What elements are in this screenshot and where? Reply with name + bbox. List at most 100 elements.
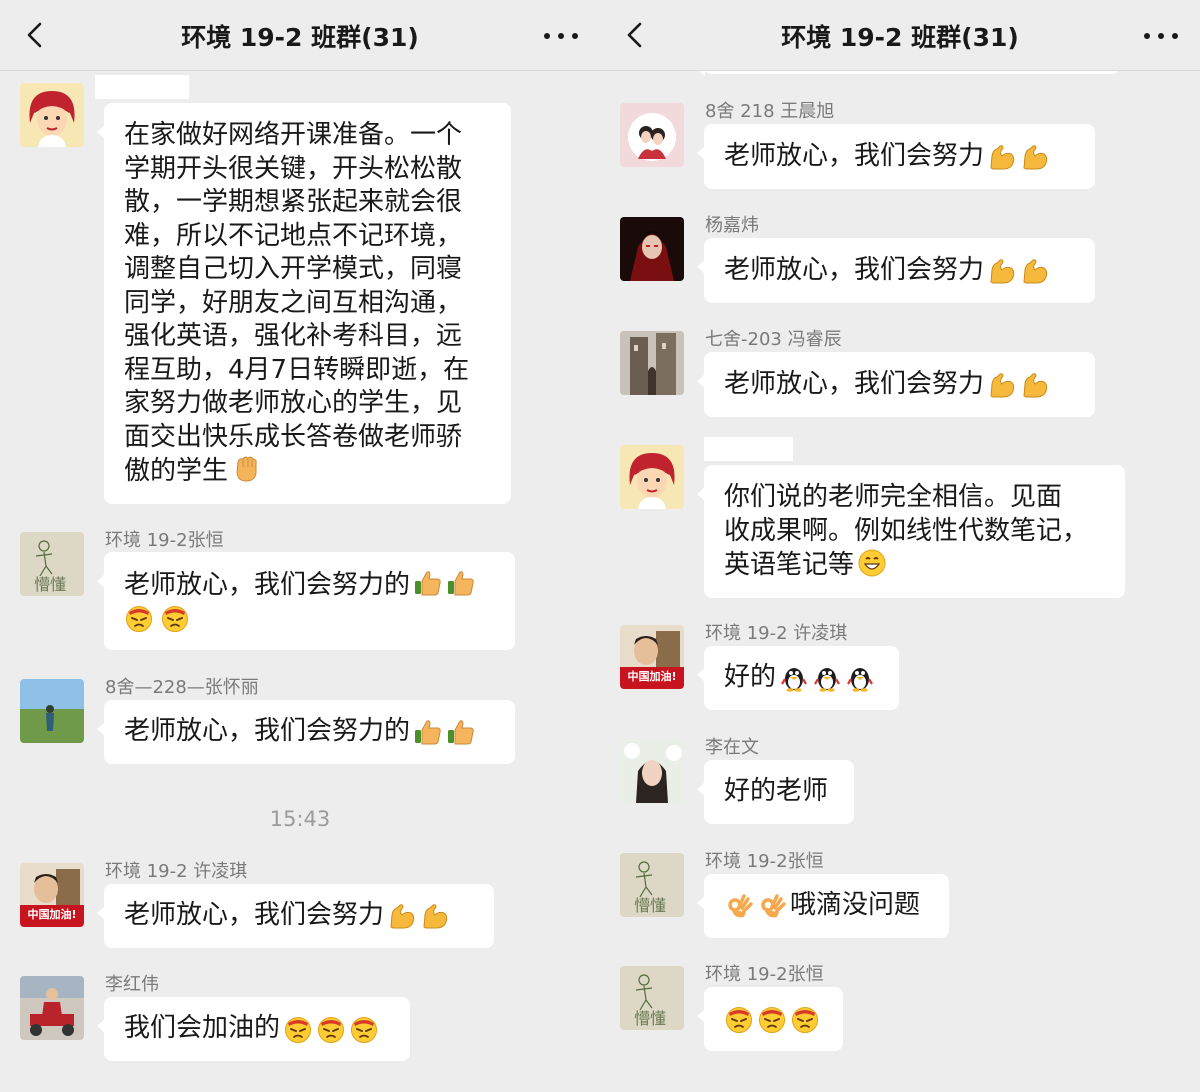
avatar[interactable]: 中国加油! (620, 625, 684, 689)
message-bubble[interactable]: 你们说的老师完全相信。见面 收成果啊。例如线性代数笔记， 英语笔记等 (697, 465, 1125, 598)
message-text: 在家做好网络开课准备。一个 (124, 120, 463, 150)
back-arrow-icon[interactable] (620, 20, 650, 50)
message-text: 程互助，4月7日转瞬即逝，在 (124, 354, 470, 385)
avatar[interactable] (620, 966, 684, 1030)
annoyed-face-emoji-icon (316, 1014, 346, 1044)
sender-name: 七舍-203 冯睿辰 (705, 329, 842, 350)
message-text: 老师放心，我们会努力 (124, 900, 385, 931)
flexed-biceps-emoji-icon (1020, 370, 1050, 400)
avatar[interactable] (620, 103, 684, 167)
message-text: 英语笔记等 (724, 550, 855, 580)
message-bubble[interactable]: 老师放心，我们会努力的 (97, 552, 515, 650)
sender-name: 环境 19-2 许凌琪 (705, 623, 848, 644)
grin-face-emoji-icon (857, 548, 887, 578)
message-text: 收成果啊。例如线性代数笔记， (724, 515, 1089, 546)
message-text: 老师放心，我们会努力 (724, 140, 985, 171)
thumbs-up-emoji-icon (413, 568, 443, 598)
message-bubble[interactable]: 我们会加油的 (97, 997, 410, 1061)
annoyed-face-emoji-icon (160, 603, 190, 633)
avatar[interactable] (20, 976, 84, 1040)
avatar[interactable] (20, 83, 84, 147)
message-text: 哦滴没问题 (790, 890, 921, 921)
message-bubble[interactable]: 老师放心，我们会努力 (697, 238, 1095, 303)
message-bubble[interactable]: 老师放心，我们会努力的 (97, 700, 515, 764)
thumbs-up-emoji-icon (413, 717, 443, 747)
more-options-icon[interactable] (1144, 33, 1178, 39)
message-text: 我们会加油的 (124, 1013, 281, 1044)
message-text: 强化英语，强化补考科目，远 (124, 321, 463, 351)
message-text: 傲的学生 (124, 456, 229, 486)
avatar[interactable] (620, 853, 684, 917)
annoyed-face-emoji-icon (283, 1014, 313, 1044)
flexed-biceps-emoji-icon (987, 256, 1017, 286)
chat-title: 环境 19-2 班群(31) (781, 23, 1019, 52)
avatar[interactable] (20, 532, 84, 596)
message-text: 老师放心，我们会努力的 (124, 570, 411, 600)
sender-name: 8舍—228—张怀丽 (105, 677, 259, 698)
message-bubble[interactable] (697, 987, 843, 1051)
sender-name: 环境 19-2张恒 (105, 530, 224, 551)
penguin-emoji-icon (812, 663, 842, 693)
message-text: 好的老师 (724, 776, 829, 807)
message-text: 老师放心，我们会努力 (724, 254, 985, 285)
sender-name: 李红伟 (105, 974, 159, 995)
annoyed-face-emoji-icon (124, 603, 154, 633)
sender-name: 杨嘉炜 (705, 215, 759, 236)
flexed-biceps-emoji-icon (420, 901, 450, 931)
sender-name: 李在文 (705, 737, 759, 758)
sender-name: 环境 19-2 许凌琪 (105, 861, 248, 882)
message-text: 学期开头很关键，开头松松散 (124, 153, 463, 184)
avatar[interactable] (620, 217, 684, 281)
message-text: 散，一学期想紧张起来就会很 (124, 187, 463, 217)
message-bubble[interactable]: 老师放心，我们会努力 (697, 124, 1095, 189)
message-text: 调整自己切入开学模式，同寝 (124, 254, 463, 284)
chat-panel-right: 环境 19-2 班群(31) 8舍 218 王晨旭 老师放心，我们会努力 杨嘉炜… (600, 0, 1200, 1092)
annoyed-face-emoji-icon (790, 1004, 820, 1034)
flexed-biceps-emoji-icon (387, 901, 417, 931)
avatar[interactable] (620, 445, 684, 509)
message-text: 家努力做老师放心的学生，见 (124, 388, 463, 418)
sender-name: 8舍 218 王晨旭 (705, 101, 835, 122)
message-bubble[interactable]: 好的 (697, 646, 899, 710)
message-text: 难，所以不记地点不记环境， (124, 220, 463, 251)
chat-panel-left: 环境 19-2 班群(31) 在家做好网络开课准备。一个 学期开头很关键，开头松… (0, 0, 600, 1092)
avatar[interactable] (620, 331, 684, 395)
chat-header: 环境 19-2 班群(31) (600, 0, 1200, 71)
avatar[interactable] (620, 739, 684, 803)
avatar[interactable]: 中国加油! (20, 863, 84, 927)
message-text: 好的 (724, 662, 777, 693)
message-text: 你们说的老师完全相信。见面 (724, 482, 1063, 512)
penguin-emoji-icon (779, 663, 809, 693)
penguin-emoji-icon (845, 663, 875, 693)
avatar[interactable] (20, 679, 84, 743)
back-arrow-icon[interactable] (20, 20, 50, 50)
message-text: 面交出快乐成长答卷做老师骄 (124, 421, 463, 452)
flexed-biceps-emoji-icon (1020, 142, 1050, 172)
thumbs-up-emoji-icon (446, 717, 476, 747)
message-text: 老师放心，我们会努力的 (124, 716, 411, 747)
more-options-icon[interactable] (544, 33, 578, 39)
message-bubble[interactable]: 老师放心，我们会努力 (97, 884, 494, 948)
sender-name: 环境 19-2张恒 (705, 964, 824, 985)
flexed-biceps-emoji-icon (987, 142, 1017, 172)
annoyed-face-emoji-icon (724, 1004, 754, 1034)
chat-header: 环境 19-2 班群(31) (0, 0, 600, 71)
sender-name: 环境 19-2张恒 (705, 851, 824, 872)
message-bubble[interactable]: 在家做好网络开课准备。一个 学期开头很关键，开头松松散 散，一学期想紧张起来就会… (97, 103, 511, 504)
flexed-biceps-emoji-icon (987, 370, 1017, 400)
annoyed-face-emoji-icon (757, 1004, 787, 1034)
ok-hand-emoji-icon (724, 891, 754, 921)
message-text: 同学，好朋友之间互相沟通， (124, 287, 463, 318)
fist-emoji-icon (231, 454, 261, 484)
avatar-caption: 中国加油! (627, 670, 677, 683)
message-bubble[interactable]: 哦滴没问题 (697, 874, 949, 938)
ok-hand-emoji-icon (757, 891, 787, 921)
redacted-sender-name (704, 437, 793, 461)
redacted-sender-name (95, 75, 189, 99)
avatar-caption: 中国加油! (27, 908, 77, 921)
message-bubble[interactable]: 好的老师 (697, 760, 854, 824)
timestamp: 15:43 (269, 807, 331, 831)
message-bubble[interactable]: 老师放心，我们会努力 (697, 352, 1095, 417)
chat-title: 环境 19-2 班群(31) (181, 23, 419, 52)
flexed-biceps-emoji-icon (1020, 256, 1050, 286)
